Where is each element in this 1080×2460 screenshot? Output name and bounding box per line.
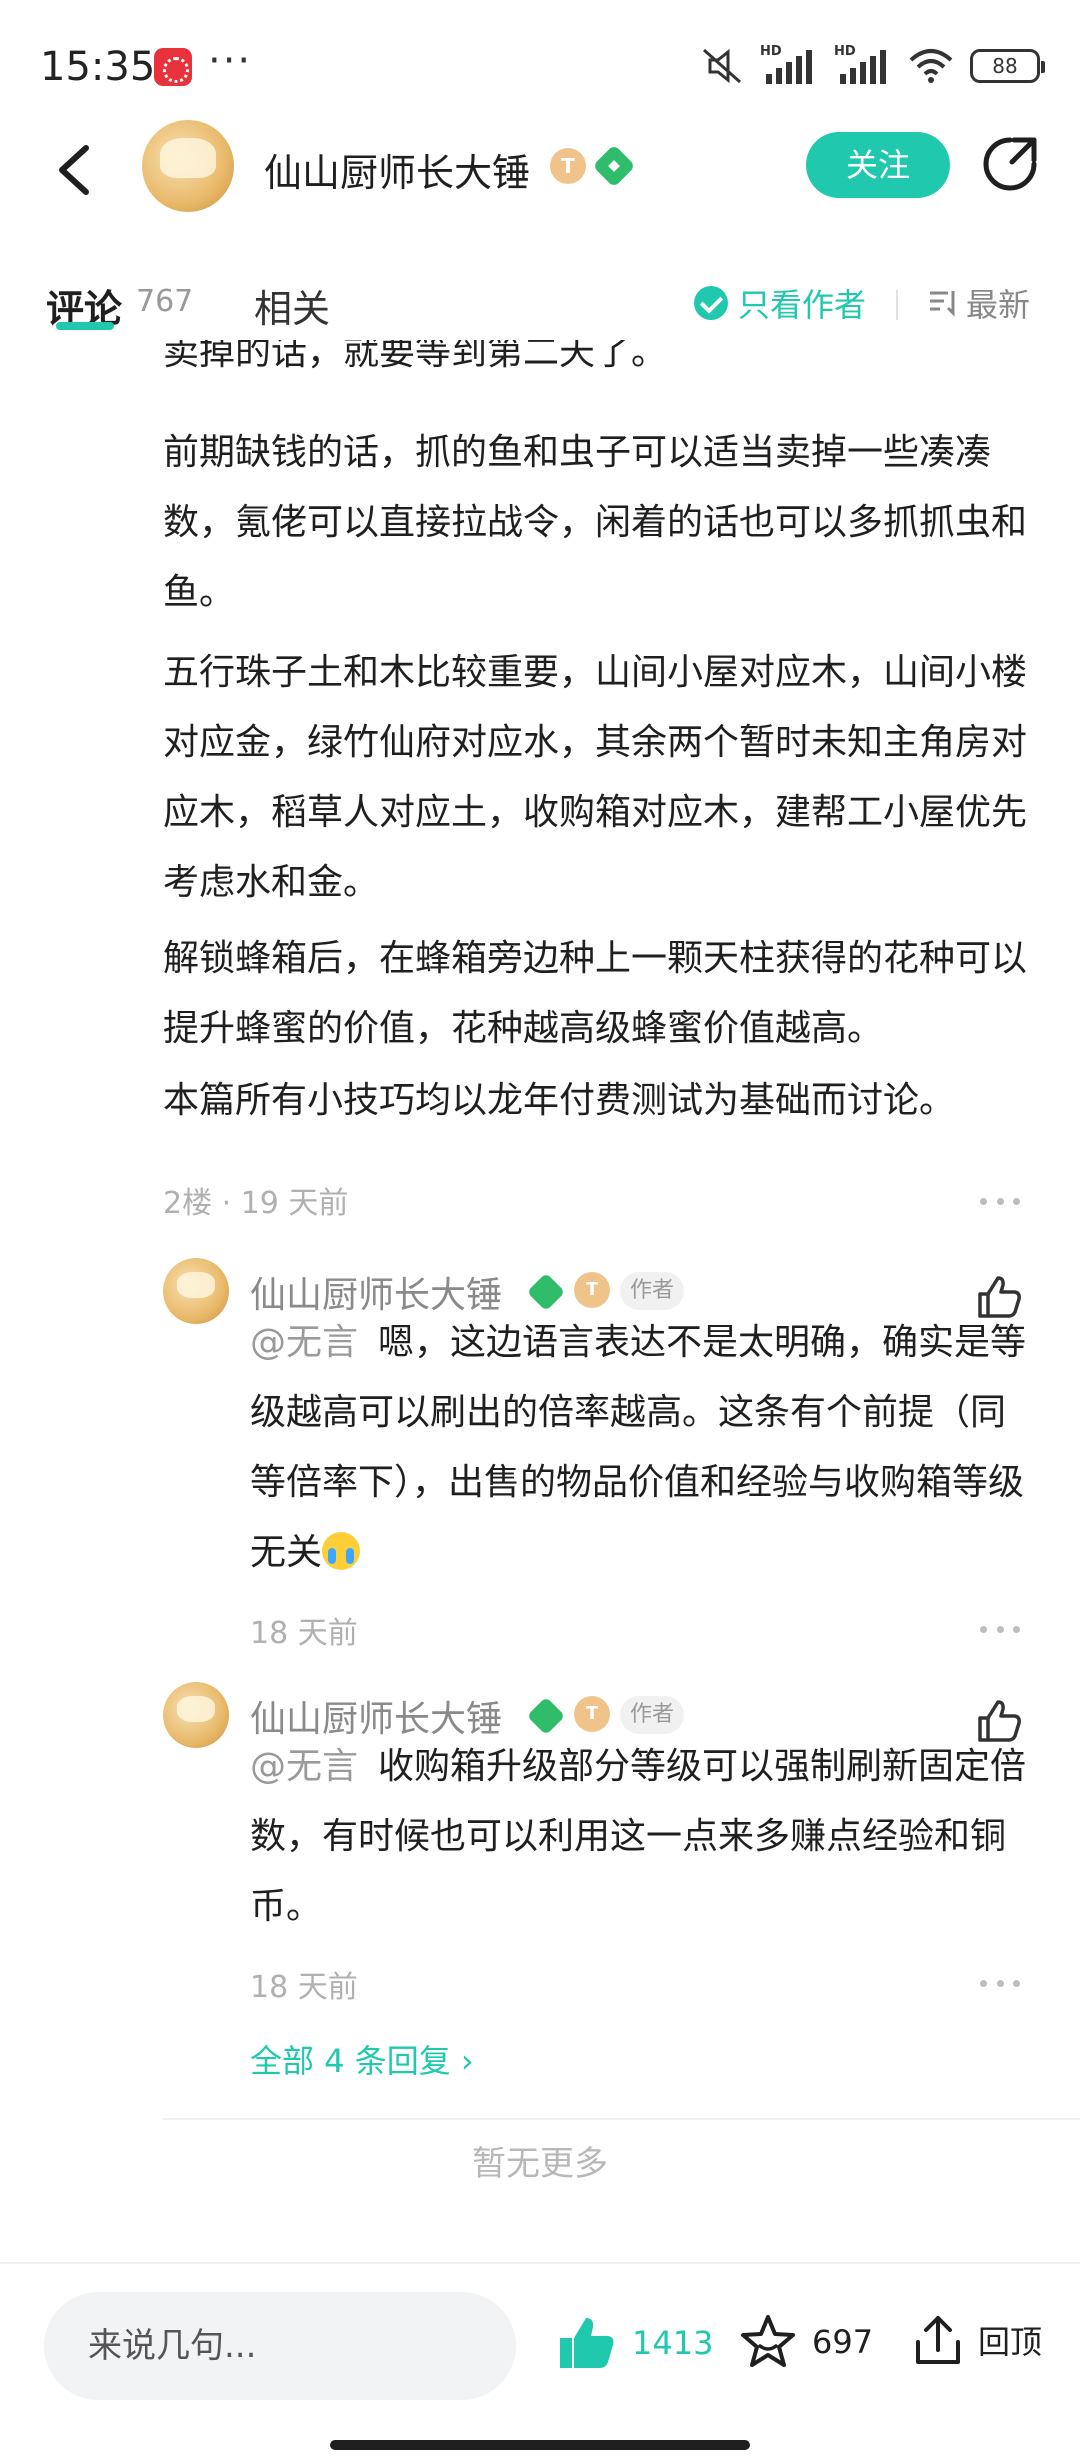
- sort-newest-button[interactable]: 最新: [928, 280, 1030, 326]
- floor-meta: 2楼 · 19 天前: [163, 1186, 349, 1221]
- post-paragraph: 卖掉的话，就要等到第二天了。: [163, 340, 668, 373]
- comments-count: 767: [136, 284, 194, 319]
- reply-time: 18 天前: [250, 1616, 358, 1651]
- level-badge-icon: T: [574, 1696, 610, 1732]
- view-all-replies-link[interactable]: 全部 4 条回复 ›: [250, 2036, 474, 2082]
- tab-related[interactable]: 相关: [254, 278, 330, 333]
- like-count: 1413: [632, 2324, 714, 2362]
- share-icon[interactable]: [980, 134, 1040, 194]
- level-badge-icon: T: [550, 148, 586, 184]
- star-icon: [741, 2315, 795, 2367]
- more-options-icon[interactable]: [980, 1626, 1020, 1636]
- crying-emoji-icon: [322, 1532, 361, 1570]
- tab-divider: [896, 290, 898, 320]
- status-time: 15:35: [40, 44, 156, 90]
- mute-icon: [703, 48, 741, 84]
- reply-avatar[interactable]: [163, 1258, 229, 1324]
- reply-time: 18 天前: [250, 1970, 358, 2005]
- author-name[interactable]: 仙山厨师长大锤: [264, 142, 530, 197]
- comment-tabs: 评论 767 相关 只看作者 最新: [0, 260, 1080, 340]
- like-button[interactable]: 1413: [556, 2312, 713, 2374]
- favorite-button[interactable]: 697: [738, 2312, 873, 2372]
- sort-icon: [930, 291, 955, 317]
- sort-label: 最新: [966, 286, 1031, 324]
- favorite-count: 697: [812, 2323, 874, 2361]
- signal-icon: HD: [760, 44, 818, 84]
- game-badge-icon: [526, 1696, 566, 1736]
- wifi-icon: [909, 49, 953, 83]
- post-paragraph: 五行珠子土和木比较重要，山间小屋对应木，山间小楼对应金，绿竹仙府对应水，其余两个…: [163, 652, 1028, 903]
- author-avatar[interactable]: [142, 120, 234, 212]
- more-options-icon[interactable]: [980, 1198, 1020, 1208]
- level-badge-icon: T: [574, 1272, 610, 1308]
- reply-body: 收购箱升级部分等级可以强制刷新固定倍数，有时候也可以利用这一点来多赚点经验和铜币…: [250, 1746, 1027, 1927]
- no-more-label: 暂无更多: [472, 2144, 608, 2184]
- bottom-action-bar: 来说几句... 1413 697 回顶: [0, 2262, 1080, 2460]
- game-badge-icon: ◆: [592, 144, 636, 188]
- post-paragraph: 解锁蜂箱后，在蜂箱旁边种上一颗天柱获得的花种可以提升蜂蜜的价值，花种越高级蜂蜜价…: [163, 938, 1028, 1049]
- battery-icon: 88: [970, 49, 1045, 83]
- home-indicator[interactable]: [330, 2440, 750, 2450]
- divider: [163, 2118, 1080, 2120]
- game-badge-icon: [526, 1272, 566, 1312]
- status-indicators: HD HD 88: [700, 44, 1045, 86]
- thumbs-up-filled-icon: [560, 2318, 614, 2368]
- active-tab-indicator: [56, 322, 114, 330]
- upload-arrow-icon: [916, 2316, 960, 2364]
- check-icon: [694, 286, 728, 320]
- more-options-icon[interactable]: [980, 1980, 1020, 1990]
- reply-text: @无言 收购箱升级部分等级可以强制刷新固定倍数，有时候也可以利用这一点来多赚点经验…: [250, 1732, 1030, 1942]
- signal-icon: HD: [834, 44, 892, 84]
- post-paragraph: 前期缺钱的话，抓的鱼和虫子可以适当卖掉一些凑凑数，氪佬可以直接拉战令，闲着的话也…: [163, 432, 1028, 613]
- author-tag: 作者: [620, 1696, 685, 1734]
- mention-link[interactable]: @无言: [250, 1322, 358, 1363]
- back-arrow-icon[interactable]: [50, 142, 100, 198]
- post-header: 仙山厨师长大锤 T ◆ 关注: [0, 110, 1080, 230]
- follow-button[interactable]: 关注: [806, 132, 950, 198]
- comment-input[interactable]: 来说几句...: [44, 2292, 516, 2400]
- back-to-top-label: 回顶: [978, 2323, 1043, 2361]
- author-only-toggle[interactable]: 只看作者: [694, 280, 866, 326]
- post-content: 卖掉的话，就要等到第二天了。 前期缺钱的话，抓的鱼和虫子可以适当卖掉一些凑凑数，…: [0, 340, 1080, 1120]
- mention-link[interactable]: @无言: [250, 1746, 358, 1787]
- author-tag: 作者: [620, 1272, 685, 1310]
- more-notifications-icon: ···: [208, 38, 253, 84]
- back-to-top-button[interactable]: 回顶: [910, 2312, 1042, 2368]
- post-paragraph: 本篇所有小技巧均以龙年付费测试为基础而讨论。: [163, 1080, 956, 1120]
- author-only-label: 只看作者: [738, 286, 867, 324]
- reply-text: @无言 嗯，这边语言表达不是太明确，确实是等级越高可以刷出的倍率越高。这条有个前提…: [250, 1308, 1030, 1588]
- reply-avatar[interactable]: [163, 1682, 229, 1748]
- reply-body: 嗯，这边语言表达不是太明确，确实是等级越高可以刷出的倍率越高。这条有个前提（同等…: [250, 1322, 1027, 1573]
- app-notification-icon: [154, 48, 192, 86]
